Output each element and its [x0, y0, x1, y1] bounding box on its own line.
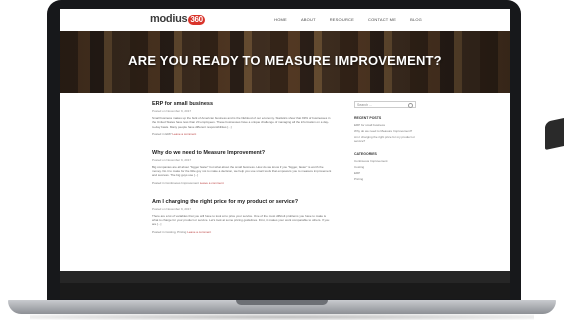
post-excerpt: Small business makes up the bulk of Amer… [152, 116, 331, 129]
post-excerpt: Big companies are all about "bigger fast… [152, 164, 332, 178]
post-footer: Posted in ERP Leave a comment [152, 132, 332, 136]
post-item: ERP for small business Posted on Novembe… [152, 101, 332, 136]
page-content: ERP for small business Posted on Novembe… [60, 93, 510, 271]
post-footer: Posted in Costing, Pricing Leave a comme… [152, 230, 332, 234]
site-footer [60, 271, 510, 299]
post-title[interactable]: ERP for small business [152, 101, 332, 107]
recent-post-link[interactable]: Why do we need to Measure Improvement? [354, 129, 418, 133]
search-input[interactable]: Search ... [354, 101, 416, 108]
hero-title: ARE YOU READY TO MEASURE IMPROVEMENT? [128, 53, 442, 68]
post-meta: Posted on November 9, 2017 [152, 157, 192, 162]
posts-column: ERP for small business Posted on Novembe… [152, 101, 332, 248]
background-device-edge [545, 117, 564, 151]
site-header: modius 360 HOME ABOUT RESOURCE CONTACT ME… [60, 9, 510, 31]
search-icon[interactable] [408, 103, 413, 108]
recent-posts-list: ERP for small business Why do we need to… [354, 123, 418, 143]
nav-contact[interactable]: CONTACT ME [368, 17, 396, 22]
category-link[interactable]: Continuous Improvement [354, 159, 418, 163]
categories-list: Continuous Improvement Costing ERP Prici… [354, 159, 418, 181]
post-item: Am I charging the right price for my pro… [152, 199, 332, 234]
category-link[interactable]: Costing [354, 165, 418, 169]
post-meta: Posted on November 9, 2017 [152, 109, 192, 113]
laptop-screen: modius 360 HOME ABOUT RESOURCE CONTACT ME… [60, 9, 510, 299]
laptop-shadow [30, 314, 534, 320]
recent-post-link[interactable]: Am I charging the right price for my pro… [354, 135, 418, 143]
post-item: Why do we need to Measure Improvement? P… [152, 150, 332, 185]
post-footer: Posted in Continuous Improvement Leave a… [152, 181, 332, 185]
post-title[interactable]: Am I charging the right price for my pro… [152, 199, 332, 205]
nav-resource[interactable]: RESOURCE [330, 17, 354, 22]
logo-badge: 360 [188, 15, 205, 25]
search-placeholder: Search ... [357, 102, 372, 107]
comment-link[interactable]: Leave a comment [187, 230, 211, 234]
comment-link[interactable]: Leave a comment [172, 132, 196, 136]
post-category[interactable]: Posted in Costing, Pricing [152, 230, 186, 234]
logo-text: modius [150, 13, 188, 25]
main-nav: HOME ABOUT RESOURCE CONTACT ME BLOG [274, 17, 422, 22]
nav-blog[interactable]: BLOG [410, 17, 422, 22]
site-logo[interactable]: modius 360 [150, 13, 205, 25]
recent-post-link[interactable]: ERP for small business [354, 123, 418, 127]
post-category[interactable]: Posted in Continuous Improvement [152, 181, 199, 185]
category-link[interactable]: Pricing [354, 177, 418, 181]
post-meta: Posted on November 9, 2017 [152, 206, 192, 211]
comment-link[interactable]: Leave a comment [200, 181, 224, 185]
post-excerpt: There are a lot of variables that you wi… [152, 213, 330, 227]
post-category[interactable]: Posted in ERP [152, 132, 171, 136]
hero-banner: ARE YOU READY TO MEASURE IMPROVEMENT? [60, 31, 510, 93]
laptop-notch [236, 300, 328, 305]
nav-about[interactable]: ABOUT [301, 17, 316, 22]
category-link[interactable]: ERP [354, 171, 418, 175]
nav-home[interactable]: HOME [274, 17, 287, 22]
footer-band [60, 271, 510, 283]
recent-posts-title: RECENT POSTS [354, 116, 382, 120]
categories-title: CATEGORIES [354, 152, 377, 156]
post-title[interactable]: Why do we need to Measure Improvement? [152, 150, 332, 156]
sidebar: Search ... RECENT POSTS ERP for small bu… [354, 101, 418, 190]
